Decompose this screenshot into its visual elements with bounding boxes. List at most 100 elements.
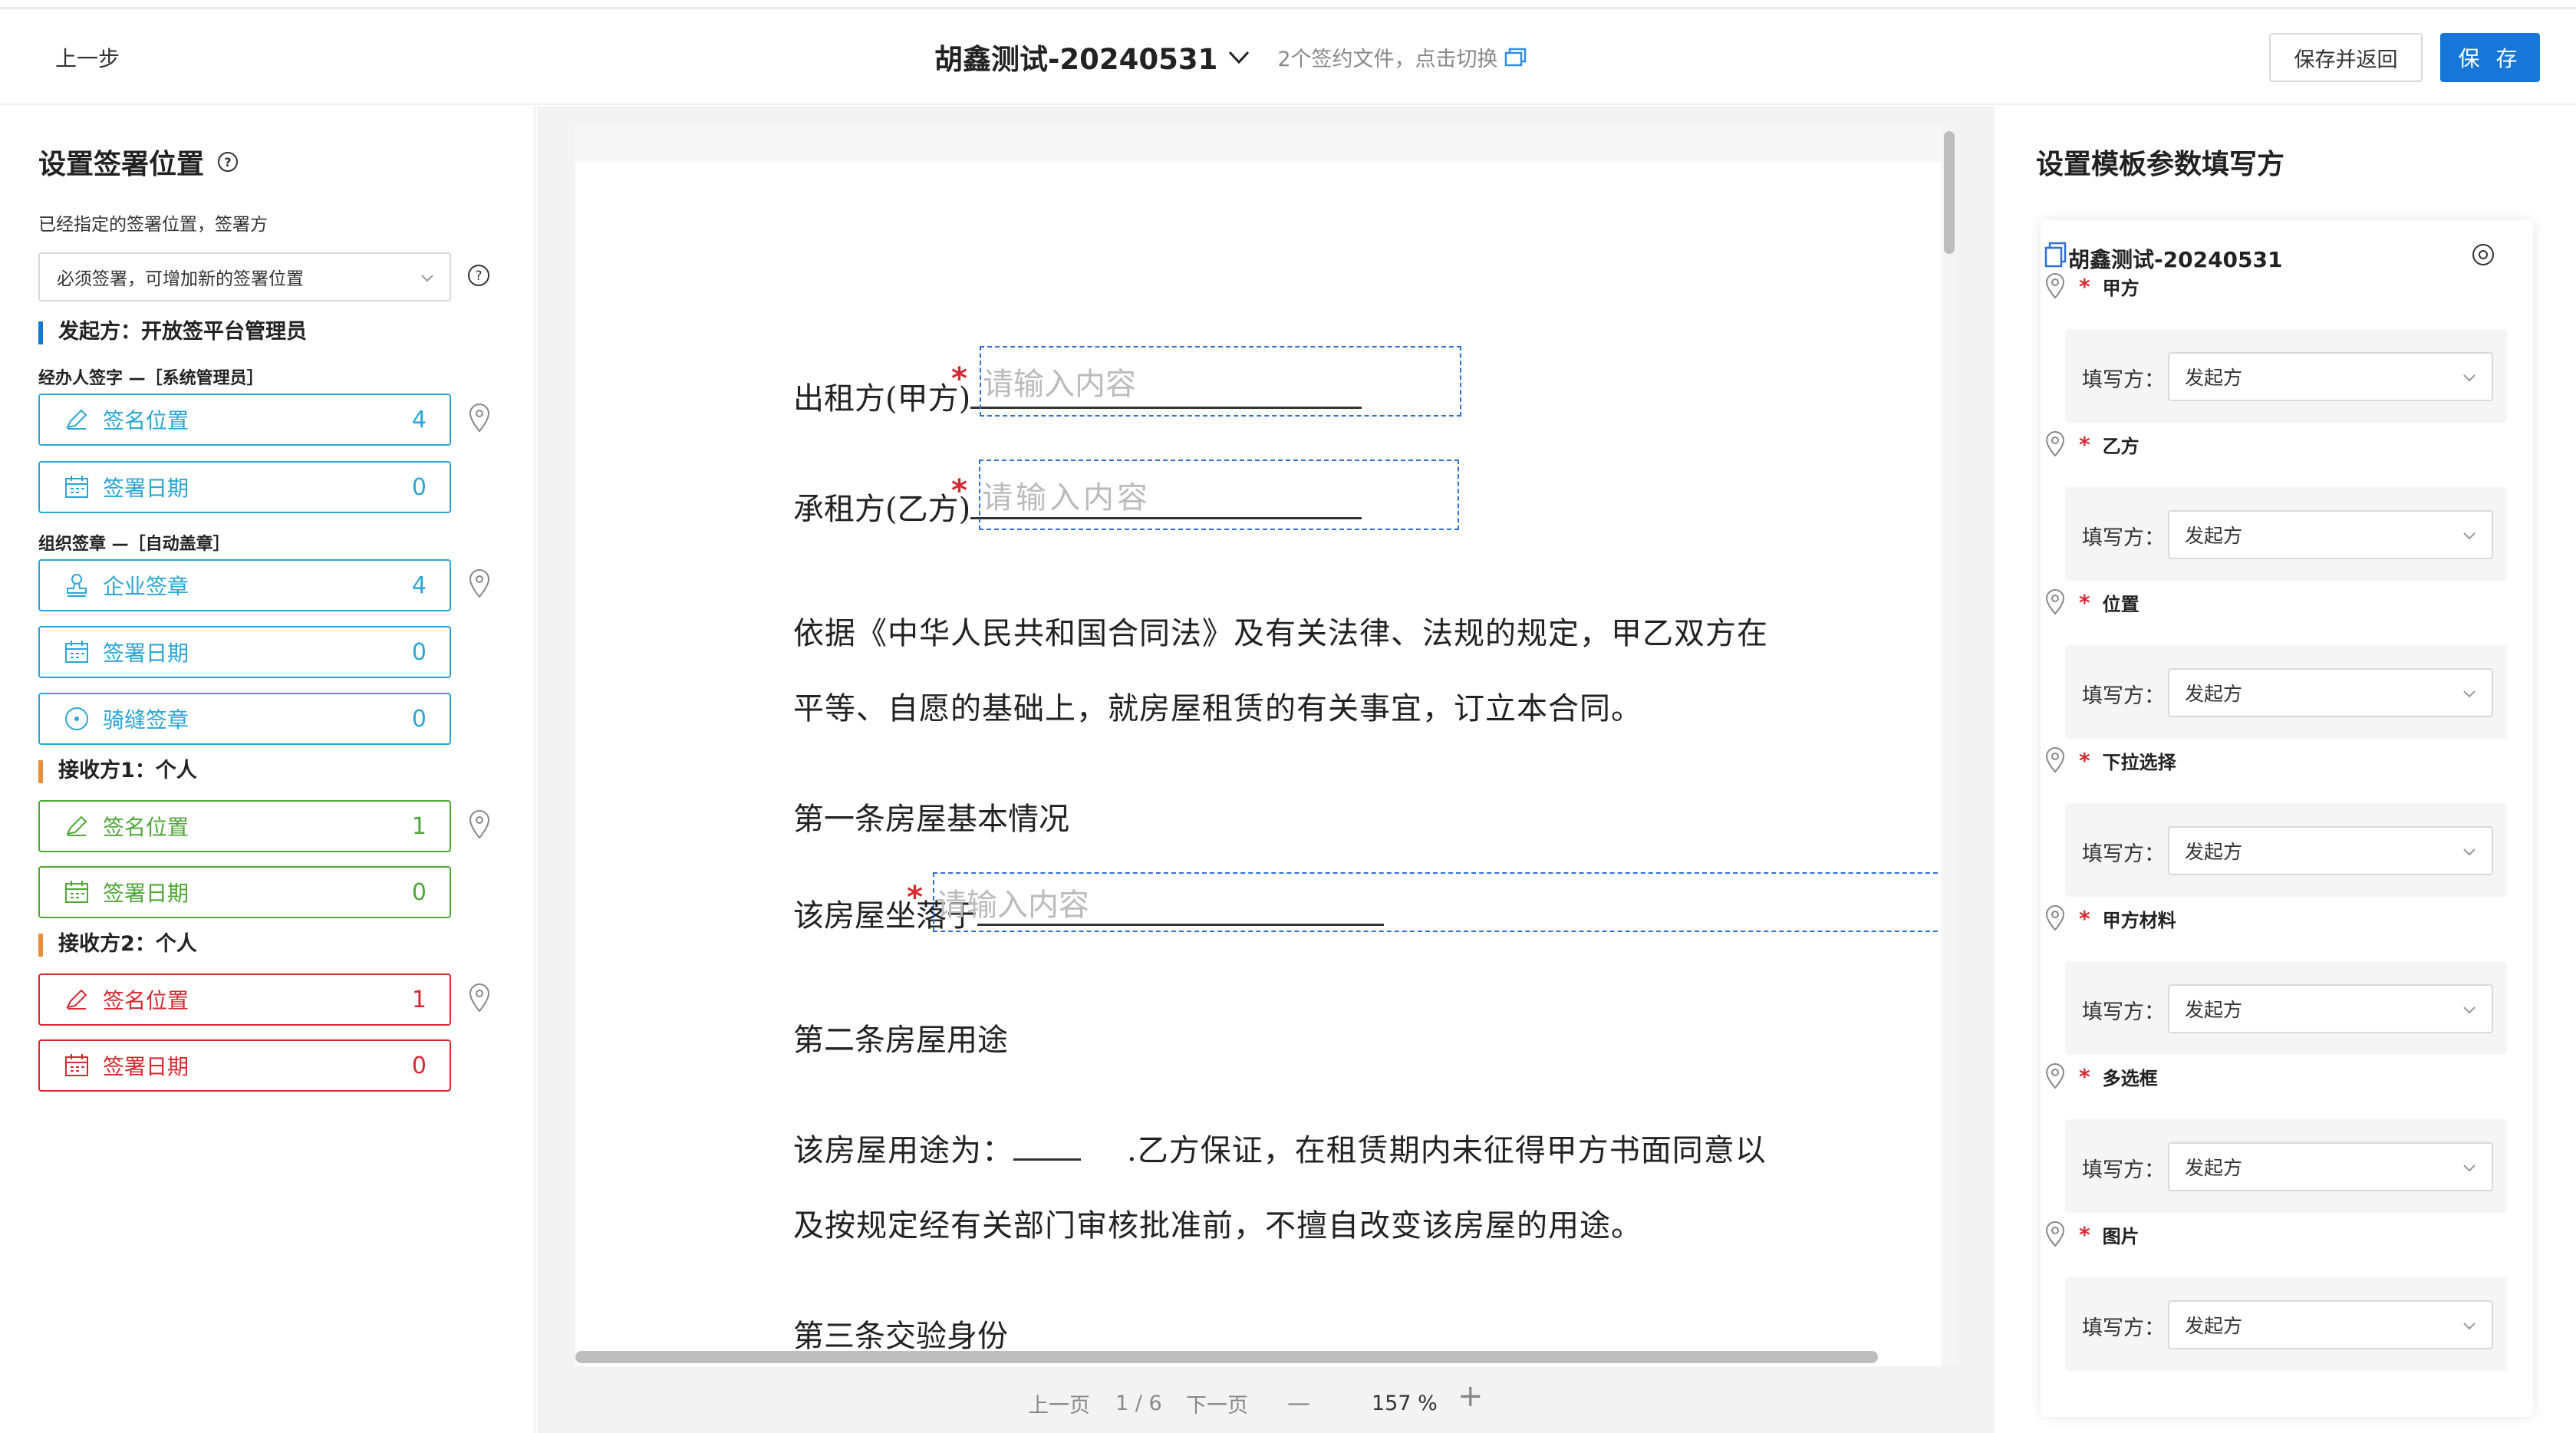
zoom-out-button[interactable]: — [1287, 1390, 1310, 1417]
zoom-in-button[interactable]: + [1458, 1379, 1484, 1414]
location-pin-icon[interactable] [2044, 904, 2067, 932]
pen-icon [66, 815, 87, 836]
chevron-down-icon [2463, 1165, 2476, 1172]
location-pin-icon[interactable] [466, 403, 492, 433]
page-indicator: 1 / 6 [1115, 1391, 1162, 1415]
location-pin-icon[interactable] [466, 809, 492, 840]
field-count: 0 [411, 638, 427, 666]
initiator-seal-date[interactable]: 签署日期 0 [38, 626, 451, 678]
field-label: 骑缝签章 [103, 707, 189, 733]
calendar-icon [65, 1054, 88, 1076]
chevron-down-icon [2463, 532, 2476, 540]
switch-file-hint[interactable]: 2个签约文件，点击切换 [1277, 42, 1527, 72]
switch-file-icon[interactable] [1504, 47, 1527, 67]
location-pin-icon[interactable] [2044, 1221, 2067, 1248]
location-pin-icon[interactable] [2044, 430, 2067, 458]
field-label: 签名位置 [103, 408, 189, 433]
initiator-sign-date[interactable]: 签署日期 0 [38, 461, 451, 513]
field-count: 0 [411, 473, 427, 501]
page-top-gap [575, 124, 1956, 162]
location-pin-icon[interactable] [2044, 588, 2067, 616]
param-filler-row: 填写方： 发起方 [2065, 1277, 2507, 1371]
receiver1-sign-date[interactable]: 签署日期 0 [38, 866, 451, 918]
param-filler-row: 填写方： 发起方 [2065, 961, 2507, 1055]
fill-field-lessor[interactable]: 请输入内容 [980, 346, 1461, 417]
field-count: 0 [411, 878, 427, 906]
param-filler-row: 填写方： 发起方 [2065, 645, 2507, 739]
fill-field-placeholder: 请输入内容 [983, 367, 1136, 402]
location-pin-icon[interactable] [2044, 746, 2067, 774]
card-doc-title: 胡鑫测试-20240531 [2068, 247, 2283, 272]
param-filler-row: 填写方： 发起方 [2065, 803, 2507, 897]
panel-title-text: 设置签署位置 [38, 149, 205, 180]
location-pin-icon[interactable] [466, 983, 492, 1013]
assigned-positions-label: 已经指定的签署位置，签署方 [38, 215, 268, 235]
lessee-label: 承租方(乙方) [793, 492, 971, 527]
filler-select[interactable]: 发起方 [2168, 826, 2493, 875]
filler-select[interactable]: 发起方 [2168, 1300, 2493, 1349]
chevron-down-icon [2463, 1323, 2476, 1330]
doc-para-1: 依据《中华人民共和国合同法》及有关法律、法规的规定，甲乙双方在 [793, 616, 1768, 651]
vertical-scrollbar-thumb[interactable] [1944, 131, 1955, 254]
required-mark: * [951, 361, 967, 397]
fill-field-placeholder: 请输入内容 [936, 888, 1089, 923]
vertical-scrollbar[interactable] [1941, 124, 1956, 1366]
help-icon[interactable]: ? [216, 150, 239, 173]
fill-field-location[interactable]: 请输入内容 [933, 872, 1956, 932]
field-count: 0 [411, 705, 427, 733]
filler-value: 发起方 [2185, 1157, 2243, 1179]
chevron-down-icon[interactable] [1225, 43, 1253, 71]
location-pin-icon[interactable] [466, 568, 492, 599]
param-name: * 下拉选择 [2044, 746, 2176, 774]
doc-line-use-1: 该房屋用途为： .乙方保证，在租赁期内未征得甲方书面同意以 [793, 1125, 1767, 1170]
filler-value: 发起方 [2185, 1315, 2243, 1337]
prev-step-button[interactable]: 上一步 [55, 42, 120, 73]
save-button[interactable]: 保 存 [2440, 33, 2540, 82]
top-border [0, 0, 2576, 9]
field-label: 签署日期 [103, 641, 189, 666]
doc-title-switcher[interactable]: 胡鑫测试-20240531 2个签约文件，点击切换 [934, 36, 1527, 77]
doc-title: 胡鑫测试-20240531 [934, 43, 1218, 76]
chevron-down-icon [2463, 374, 2476, 382]
signing-mode-select[interactable]: 必须签署，可增加新的签署位置 [38, 252, 451, 301]
receiver1-signature-position[interactable]: 签名位置 1 [38, 800, 451, 852]
filler-select[interactable]: 发起方 [2168, 984, 2493, 1033]
param-name: * 乙方 [2044, 430, 2140, 458]
filler-select[interactable]: 发起方 [2168, 1142, 2493, 1191]
lessor-label: 出租方(甲方) [793, 381, 971, 417]
save-and-return-button[interactable]: 保存并返回 [2269, 33, 2423, 82]
next-page-button[interactable]: 下一页 [1186, 1389, 1248, 1418]
initiator-company-seal[interactable]: 企业签章 4 [38, 559, 451, 611]
filler-select[interactable]: 发起方 [2168, 352, 2493, 401]
gear-icon[interactable] [2470, 242, 2496, 268]
pen-icon [66, 409, 87, 430]
param-label: 多选框 [2102, 1067, 2158, 1089]
document-viewport[interactable]: 出租方(甲方) * 请输入内容 承租方(乙方) * 请输入内容 依据《中华人民共… [575, 124, 1956, 1366]
param-filler-row: 填写方： 发起方 [2065, 329, 2507, 423]
filler-select[interactable]: 发起方 [2168, 510, 2493, 559]
receiver2-signature-position[interactable]: 签名位置 1 [38, 973, 451, 1026]
horizontal-scrollbar-thumb[interactable] [575, 1351, 1878, 1363]
location-pin-icon[interactable] [2044, 272, 2067, 300]
calendar-icon [65, 641, 88, 663]
param-label: 位置 [2102, 593, 2140, 615]
param-label: 甲方材料 [2102, 909, 2176, 931]
signing-position-panel: 设置签署位置 ? 已经指定的签署位置，签署方 必须签署，可增加新的签署位置 ? … [0, 107, 535, 1433]
doc-article-2: 第二条房屋用途 [793, 1023, 1008, 1058]
initiator-paging-seal[interactable]: 骑缝签章 0 [38, 693, 451, 745]
calendar-icon [65, 476, 88, 498]
fill-field-lessee[interactable]: 请输入内容 [979, 460, 1459, 530]
chevron-down-icon [421, 275, 433, 282]
help-icon[interactable]: ? [466, 263, 491, 288]
required-mark: * [2079, 1221, 2090, 1247]
filler-value: 发起方 [2185, 367, 2243, 389]
location-pin-icon[interactable] [2044, 1062, 2067, 1090]
blank-underline [1013, 1153, 1081, 1161]
top-header: 上一步 胡鑫测试-20240531 2个签约文件，点击切换 保存并返回 保 存 [0, 12, 2576, 105]
prev-page-button[interactable]: 上一页 [1028, 1389, 1090, 1418]
param-name: * 甲方材料 [2044, 904, 2176, 932]
initiator-signature-position[interactable]: 签名位置 4 [38, 394, 451, 446]
filler-select[interactable]: 发起方 [2168, 668, 2493, 717]
field-label: 签名位置 [103, 815, 189, 840]
receiver2-sign-date[interactable]: 签署日期 0 [38, 1039, 451, 1092]
